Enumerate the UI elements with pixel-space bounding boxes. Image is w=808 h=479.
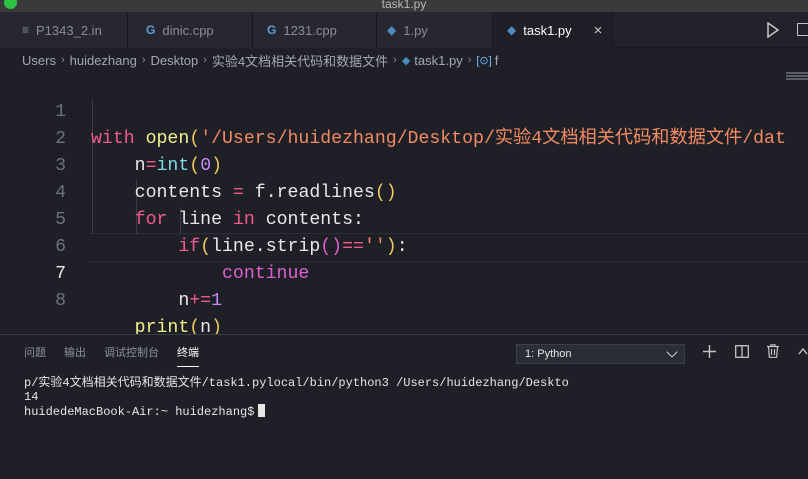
tab-p1343[interactable]: ≡ P1343_2.in xyxy=(0,12,128,48)
chevron-right-icon: › xyxy=(60,54,65,66)
python-icon: ◆ xyxy=(387,23,397,37)
breadcrumb: Users › huidezhang › Desktop › 实验4文档相关代码… xyxy=(0,48,808,72)
bottom-panel: 问题 输出 调试控制台 终端 1: Python p/实验4文档相关代码和数据文… xyxy=(0,334,808,479)
breadcrumb-item[interactable]: Desktop xyxy=(151,53,199,68)
code-line: 6 continue xyxy=(0,207,808,284)
window-title: task1.py xyxy=(381,0,427,11)
breadcrumb-item[interactable]: task1.py xyxy=(414,53,462,68)
line-number: 8 xyxy=(55,291,66,311)
tab-label: P1343_2.in xyxy=(36,22,102,38)
code-line: 4 for line in contents: xyxy=(0,153,808,230)
run-icon[interactable] xyxy=(766,22,780,38)
trash-icon[interactable] xyxy=(767,344,779,358)
chevron-right-icon: › xyxy=(467,54,472,66)
cpp-icon: G xyxy=(146,23,156,37)
chevron-down-icon xyxy=(666,346,678,358)
title-bar: task1.py xyxy=(0,0,808,12)
code-line: 1 with open('/Users/huidezhang/Desktop/实… xyxy=(0,72,808,149)
chevron-right-icon: › xyxy=(393,54,397,66)
breadcrumb-item[interactable]: f xyxy=(495,53,499,68)
close-icon[interactable]: × xyxy=(594,22,603,39)
terminal-cursor xyxy=(258,404,266,417)
tab-1py[interactable]: ◆ 1.py xyxy=(377,12,493,48)
tab-dinic[interactable]: G dinic.cpp xyxy=(128,12,253,48)
tab-label: 1231.cpp xyxy=(283,22,337,38)
split-editor-icon[interactable] xyxy=(797,23,808,36)
terminal-prompt: huidedeMacBook-Air:~ huidezhang$ xyxy=(24,405,255,419)
tab-1231[interactable]: G 1231.cpp xyxy=(253,12,377,48)
terminal-select[interactable]: 1: Python xyxy=(516,344,685,364)
cpp-icon: G xyxy=(267,23,277,37)
code-line: 7 n+=1 xyxy=(0,234,808,311)
python-icon: ◆ xyxy=(507,23,517,37)
chevron-up-icon[interactable] xyxy=(798,347,808,355)
tab-debug-console[interactable]: 调试控制台 xyxy=(104,345,159,367)
tab-bar: ≡ P1343_2.in G dinic.cpp G 1231.cpp ◆ 1.… xyxy=(0,12,808,48)
tab-output[interactable]: 输出 xyxy=(64,345,86,367)
code-line: 8 print(n) xyxy=(0,261,808,338)
chevron-right-icon: › xyxy=(203,54,207,66)
breadcrumb-item[interactable]: 实验4文档相关代码和数据文件 xyxy=(212,51,388,70)
terminal-line: 14 xyxy=(24,389,39,404)
code-text: n+=1 xyxy=(178,291,223,311)
tab-terminal[interactable]: 终端 xyxy=(177,345,199,367)
code-editor[interactable]: 1 with open('/Users/huidezhang/Desktop/实… xyxy=(0,72,808,338)
split-terminal-icon[interactable] xyxy=(735,345,749,358)
code-line: 3 contents = f.readlines() xyxy=(0,126,808,203)
python-icon: ◆ xyxy=(401,54,411,67)
tab-label: dinic.cpp xyxy=(162,22,214,38)
tab-label: 1.py xyxy=(403,22,428,38)
tab-problems[interactable]: 问题 xyxy=(24,345,46,367)
terminal-output[interactable]: p/实验4文档相关代码和数据文件/task1.pylocal/bin/pytho… xyxy=(24,376,569,420)
file-icon: ≡ xyxy=(22,23,30,37)
chevron-right-icon: › xyxy=(141,54,146,66)
terminal-line: p/实验4文档相关代码和数据文件/task1.pylocal/bin/pytho… xyxy=(24,376,569,390)
code-line: 5 if(line.strip()==''): xyxy=(0,180,808,257)
tab-label: task1.py xyxy=(523,22,572,38)
panel-tabs: 问题 输出 调试控制台 终端 xyxy=(24,345,217,367)
code-line: 2 n=int(0) xyxy=(0,99,808,176)
variable-icon: [⊙] xyxy=(476,54,492,67)
tab-task1[interactable]: ◆ task1.py × xyxy=(493,12,613,48)
terminal-select-value: 1: Python xyxy=(525,348,572,360)
terminal-prompt-line: huidedeMacBook-Air:~ huidezhang$ xyxy=(24,404,569,420)
breadcrumb-item[interactable]: huidezhang xyxy=(70,53,137,68)
plus-icon[interactable] xyxy=(703,345,716,358)
breadcrumb-item[interactable]: Users xyxy=(22,53,56,68)
